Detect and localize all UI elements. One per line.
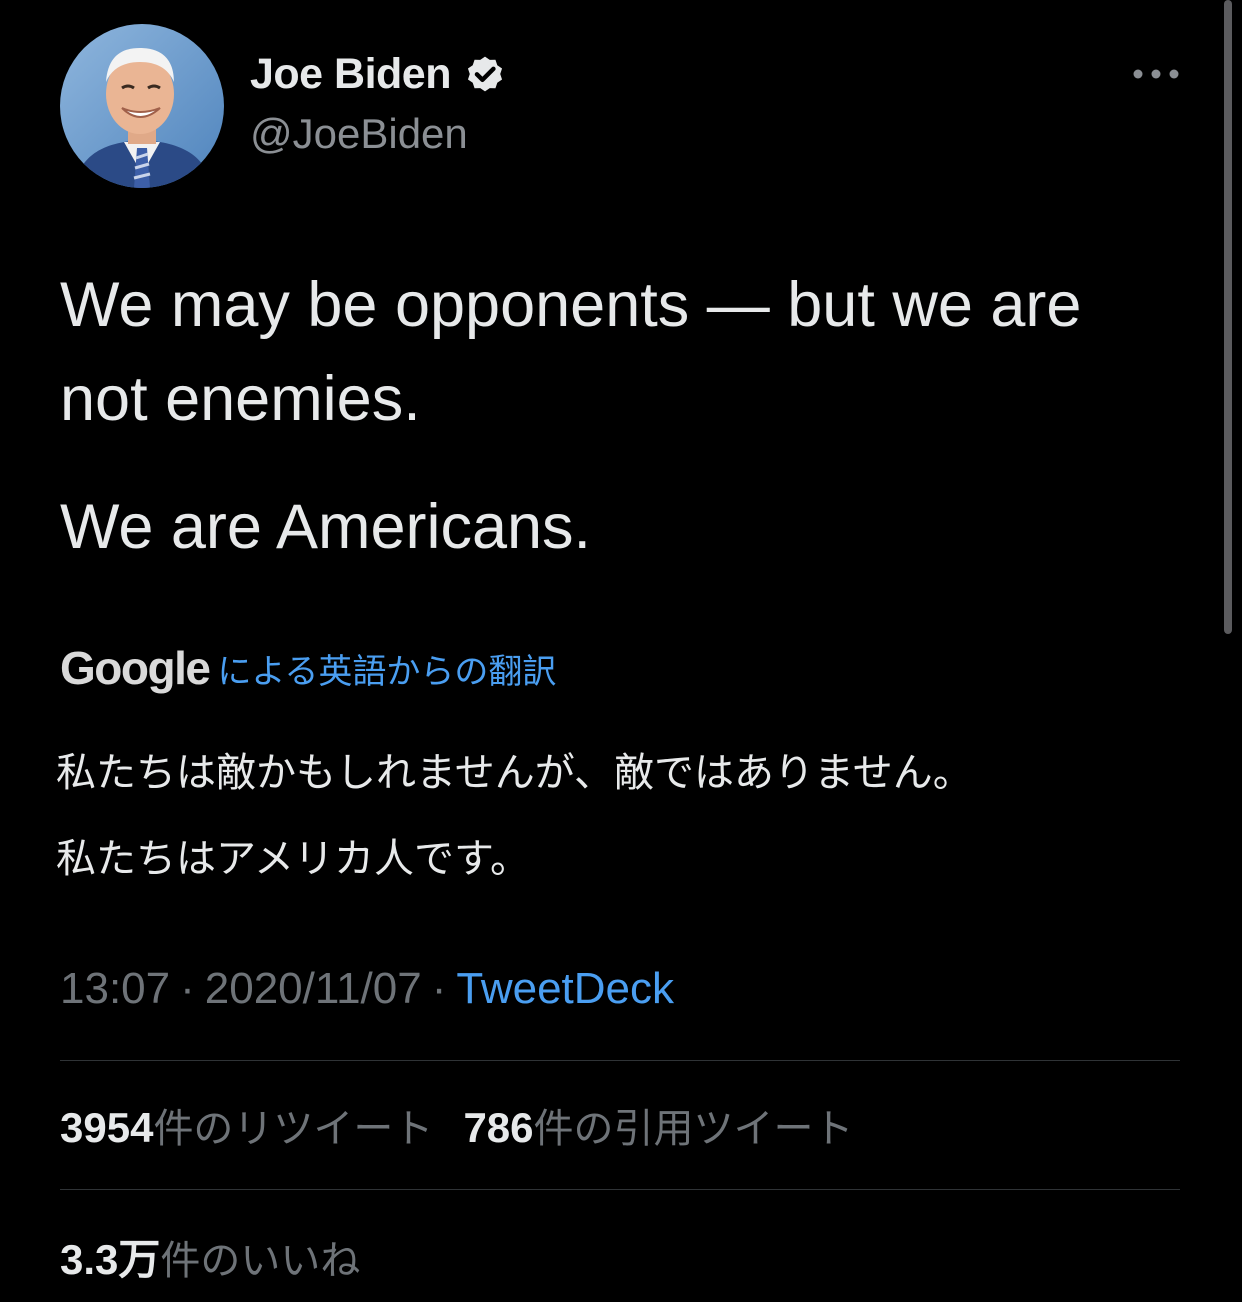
tweet-paragraph: We are Americans. — [60, 492, 592, 562]
tweet-date[interactable]: 2020/11/07 — [205, 964, 422, 1013]
engagement-stats: 3954件のリツイート 786件の引用ツイート — [60, 1096, 854, 1154]
tweet-source-link[interactable]: TweetDeck — [456, 964, 674, 1013]
author-handle[interactable]: @JoeBiden — [250, 110, 468, 158]
more-options-icon[interactable] — [1128, 56, 1184, 92]
tweet-meta: 13:07 · 2020/11/07 · TweetDeck — [60, 964, 674, 1014]
scrollbar[interactable] — [1224, 0, 1232, 634]
retweets-count: 3954 — [60, 1104, 154, 1151]
retweets-label: 件のリツイート — [153, 1106, 434, 1152]
likes-label: 件のいいね — [160, 1238, 361, 1284]
author-name-row[interactable]: Joe Biden — [250, 46, 507, 102]
quotes-count: 786 — [463, 1104, 534, 1151]
tweet-paragraph: We may be opponents — but we are not ene… — [60, 270, 1082, 434]
verified-badge-icon — [467, 56, 503, 92]
divider — [60, 1189, 1180, 1190]
quotes-label: 件の引用ツイート — [533, 1106, 854, 1152]
tweet-text: We may be opponents — but we are not ene… — [60, 258, 1170, 574]
translation-attribution[interactable]: Google による英語からの翻訳 — [60, 636, 556, 700]
quotes-stat[interactable]: 786件の引用ツイート — [463, 1104, 854, 1152]
translation-label-link[interactable]: による英語からの翻訳 — [217, 644, 556, 693]
display-name[interactable]: Joe Biden — [250, 50, 452, 99]
likes-count: 3.3万 — [60, 1236, 161, 1283]
divider — [60, 1060, 1180, 1061]
avatar-image — [60, 24, 224, 188]
avatar[interactable] — [60, 24, 224, 188]
translated-paragraph: 私たちは敵かもしれませんが、敵ではありません。 — [56, 750, 973, 796]
translated-paragraph: 私たちはアメリカ人です。 — [56, 836, 530, 882]
meta-separator: · — [431, 964, 447, 1013]
google-logo: Google — [60, 642, 211, 694]
likes-stat[interactable]: 3.3万件のいいね — [60, 1226, 360, 1287]
translated-text: 私たちは敵かもしれませんが、敵ではありません。 私たちはアメリカ人です。 — [56, 738, 1206, 894]
tweet-time[interactable]: 13:07 — [60, 964, 170, 1013]
retweets-stat[interactable]: 3954件のリツイート — [60, 1104, 434, 1152]
meta-separator: · — [180, 964, 195, 1013]
